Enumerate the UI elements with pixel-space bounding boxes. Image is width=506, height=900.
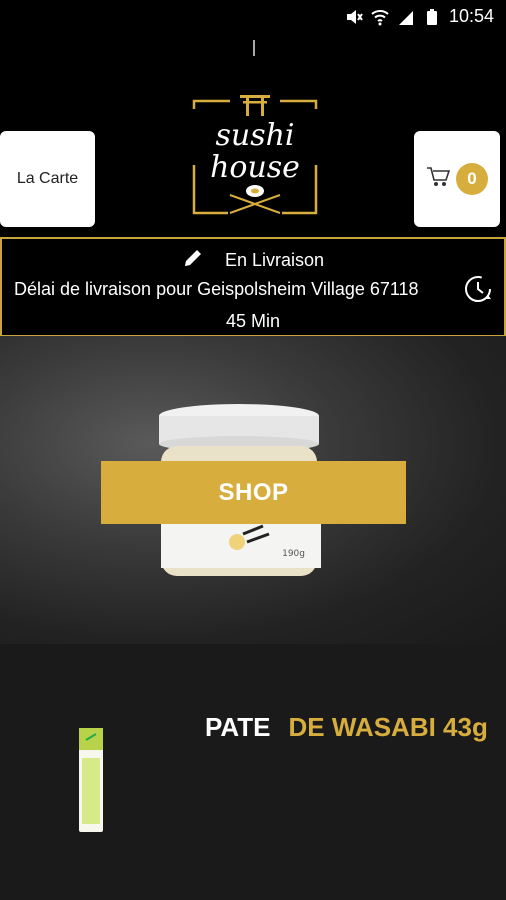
cart-button[interactable]: 0 xyxy=(414,131,500,227)
menu-button-label: La Carte xyxy=(16,170,79,187)
product-panel xyxy=(0,644,506,900)
delivery-delay-text: Délai de livraison pour Geispolsheim Vil… xyxy=(14,279,419,299)
header-handle xyxy=(253,40,255,56)
wasabi-tube-image xyxy=(79,728,103,832)
delivery-mode: En Livraison xyxy=(2,247,504,274)
sushi-house-logo: sushi house xyxy=(192,95,318,215)
wifi-icon xyxy=(371,8,389,26)
pencil-icon xyxy=(182,247,204,274)
status-bar: 10:54 xyxy=(0,0,506,34)
svg-text:sushi: sushi xyxy=(215,118,294,153)
delivery-mode-label: En Livraison xyxy=(224,250,325,270)
delivery-time: 45 Min xyxy=(225,311,281,331)
cart-icon xyxy=(426,166,451,193)
svg-text:190g: 190g xyxy=(282,549,305,559)
cart-count-badge: 0 xyxy=(456,163,488,195)
signal-icon xyxy=(397,8,415,26)
status-time: 10:54 xyxy=(448,6,494,26)
product-title[interactable]: PATE DE WASABI 43g xyxy=(205,712,488,743)
mute-icon xyxy=(345,8,363,26)
svg-text:house: house xyxy=(210,150,300,185)
shop-button[interactable]: SHOP xyxy=(101,461,406,524)
menu-button[interactable]: La Carte xyxy=(0,131,95,227)
clock-icon xyxy=(465,276,491,302)
shop-button-label: SHOP xyxy=(218,478,289,506)
product-title-part2: DE WASABI 43g xyxy=(288,712,488,742)
battery-icon xyxy=(423,8,441,26)
delivery-info[interactable]: En Livraison Délai de livraison pour Gei… xyxy=(0,237,506,337)
product-title-part1: PATE xyxy=(205,712,271,742)
